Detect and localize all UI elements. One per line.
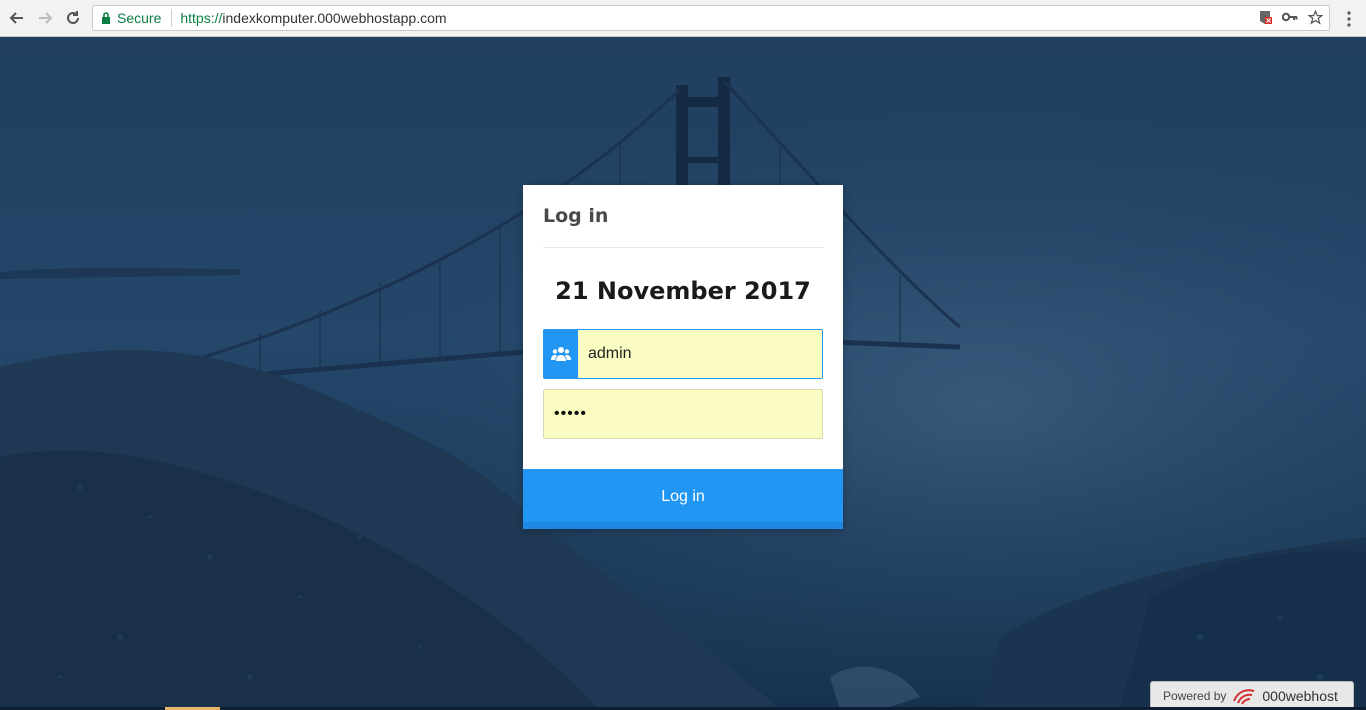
reload-button[interactable] <box>62 7 84 29</box>
users-icon-addon <box>544 330 578 378</box>
star-icon[interactable] <box>1308 9 1323 25</box>
blocked-popup-icon[interactable] <box>1258 9 1272 25</box>
forward-button[interactable] <box>34 7 56 29</box>
browser-toolbar: Secure https://indexkomputer.000webhosta… <box>0 0 1366 37</box>
back-button[interactable] <box>6 7 28 29</box>
powered-by-label: Powered by <box>1163 688 1227 703</box>
kebab-menu-icon <box>1347 11 1351 27</box>
webhost-brand: 000webhost <box>1262 687 1338 704</box>
url-host: indexkomputer.000webhostapp.com <box>222 10 447 26</box>
webhost-logo-icon <box>1233 688 1255 705</box>
login-title: Log in <box>543 205 609 227</box>
address-bar[interactable]: Secure https://indexkomputer.000webhosta… <box>92 5 1330 31</box>
lock-icon <box>102 12 110 24</box>
reload-icon <box>67 11 79 24</box>
login-card: Log in 21 November 2017 ••••• Log in <box>523 185 843 529</box>
powered-by-badge[interactable]: Powered by 000webhost <box>1150 681 1354 710</box>
title-divider <box>543 247 823 248</box>
username-field <box>543 329 823 379</box>
password-input[interactable]: ••••• <box>543 389 823 439</box>
browser-menu-button[interactable] <box>1339 8 1359 30</box>
secure-label: Secure <box>117 10 162 26</box>
arrow-left-icon <box>9 12 23 24</box>
url-scheme: https:// <box>180 10 223 26</box>
users-icon <box>551 347 571 361</box>
current-date: 21 November 2017 <box>555 277 811 305</box>
username-input[interactable] <box>578 330 822 378</box>
secure-indicator[interactable]: Secure <box>93 9 173 27</box>
url-text[interactable]: https://indexkomputer.000webhostapp.com <box>172 10 446 26</box>
key-icon[interactable] <box>1282 11 1298 23</box>
password-mask: ••••• <box>554 405 588 422</box>
login-button[interactable]: Log in <box>523 469 843 529</box>
arrow-right-icon <box>39 12 53 24</box>
